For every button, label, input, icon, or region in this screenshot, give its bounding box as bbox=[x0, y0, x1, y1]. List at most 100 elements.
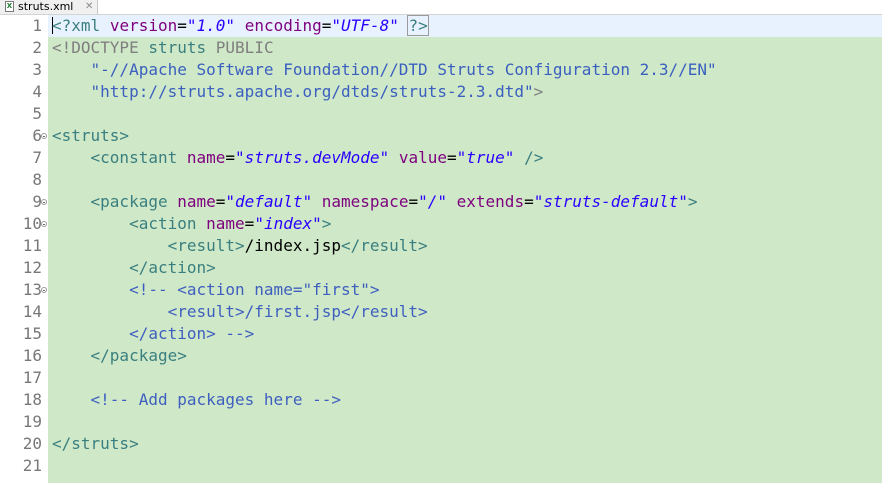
line-number: 6 bbox=[32, 126, 42, 145]
code-token: = bbox=[408, 192, 419, 211]
fold-toggle-icon[interactable] bbox=[41, 133, 47, 139]
code-line[interactable]: <!-- <action name="first"> bbox=[48, 279, 882, 301]
code-line[interactable]: <result>/index.jsp</result> bbox=[48, 235, 882, 257]
code-line-text: </struts> bbox=[52, 433, 139, 455]
code-token: "1.0" bbox=[186, 16, 236, 35]
code-token: <!DOCTYPE bbox=[52, 38, 139, 57]
tab-struts-xml[interactable]: X struts.xml ✕ bbox=[0, 0, 98, 14]
code-token: encoding bbox=[244, 16, 322, 35]
code-token: > bbox=[687, 192, 698, 211]
code-line-text: <constant name="struts.devMode" value="t… bbox=[52, 147, 544, 169]
code-token: <result> bbox=[167, 236, 245, 255]
code-token: </package> bbox=[90, 346, 187, 365]
code-token: = bbox=[321, 16, 332, 35]
fold-toggle-icon[interactable] bbox=[41, 287, 47, 293]
code-line[interactable]: <!-- Add packages here --> bbox=[48, 389, 882, 411]
code-line[interactable]: <!DOCTYPE struts PUBLIC bbox=[48, 37, 882, 59]
code-line[interactable] bbox=[48, 367, 882, 389]
code-line[interactable] bbox=[48, 411, 882, 433]
code-token: <result>/first.jsp</result> bbox=[52, 302, 428, 321]
code-token: value bbox=[398, 148, 447, 167]
code-token: <action bbox=[129, 214, 197, 233]
code-line[interactable]: <constant name="struts.devMode" value="t… bbox=[48, 147, 882, 169]
code-line[interactable]: "http://struts.apache.org/dtds/struts-2.… bbox=[48, 81, 882, 103]
code-line[interactable]: <package name="default" namespace="/" ex… bbox=[48, 191, 882, 213]
line-number: 15 bbox=[22, 324, 42, 343]
xml-file-icon: X bbox=[5, 1, 14, 12]
line-number: 16 bbox=[22, 346, 42, 365]
code-token: name bbox=[206, 214, 245, 233]
code-line[interactable]: <action name="index"> bbox=[48, 213, 882, 235]
editor-tab-bar: X struts.xml ✕ bbox=[0, 0, 882, 15]
close-icon[interactable]: ✕ bbox=[85, 0, 93, 13]
line-number: 19 bbox=[22, 412, 42, 431]
line-number: 3 bbox=[32, 60, 42, 79]
code-line-text: <result>/index.jsp</result> bbox=[52, 235, 428, 257]
code-line[interactable]: <struts> bbox=[48, 125, 882, 147]
code-line-text: <!DOCTYPE struts PUBLIC bbox=[52, 37, 274, 59]
code-token: = bbox=[215, 192, 226, 211]
line-number: 12 bbox=[22, 258, 42, 277]
code-token: = bbox=[225, 148, 236, 167]
code-token: version bbox=[109, 16, 178, 35]
code-token: "UTF-8" bbox=[331, 16, 399, 35]
code-line[interactable]: <?xml version="1.0" encoding="UTF-8" ?> bbox=[48, 15, 882, 37]
code-token: ?> bbox=[407, 15, 429, 36]
code-line-text: "http://struts.apache.org/dtds/struts-2.… bbox=[52, 81, 544, 103]
fold-toggle-icon[interactable] bbox=[41, 221, 47, 227]
code-token: </struts> bbox=[52, 434, 139, 453]
xml-editor[interactable]: 1 2 3 4 5 6 7 8 9 10 11 12 13 14 15 16 17 18 19 20 21 <?xml … bbox=[0, 15, 882, 483]
code-line[interactable] bbox=[48, 455, 882, 477]
code-token: "index" bbox=[254, 214, 322, 233]
code-line[interactable]: </struts> bbox=[48, 433, 882, 455]
code-area[interactable]: <?xml version="1.0" encoding="UTF-8" ?> <… bbox=[48, 15, 882, 483]
code-line[interactable] bbox=[48, 169, 882, 191]
code-line[interactable]: </action> --> bbox=[48, 323, 882, 345]
line-number: 4 bbox=[32, 82, 42, 101]
code-token: = bbox=[524, 192, 534, 211]
code-line[interactable]: </action> bbox=[48, 257, 882, 279]
code-line-text: <package name="default" namespace="/" ex… bbox=[52, 191, 698, 213]
code-line[interactable] bbox=[48, 103, 882, 125]
code-line[interactable]: "-//Apache Software Foundation//DTD Stru… bbox=[48, 59, 882, 81]
code-line[interactable]: <result>/first.jsp</result> bbox=[48, 301, 882, 323]
code-line-text: </action> bbox=[52, 257, 216, 279]
code-line-text: "-//Apache Software Foundation//DTD Stru… bbox=[52, 59, 717, 81]
line-number: 5 bbox=[32, 104, 42, 123]
code-token: "default" bbox=[225, 192, 313, 211]
code-token: "-//Apache Software Foundation//DTD Stru… bbox=[90, 60, 717, 79]
line-number: 2 bbox=[32, 38, 42, 57]
code-token: "/" bbox=[418, 192, 447, 211]
code-token: = bbox=[177, 16, 187, 35]
line-number: 18 bbox=[22, 390, 42, 409]
code-token: <package bbox=[90, 192, 168, 211]
line-number: 9 bbox=[32, 192, 42, 211]
line-number: 20 bbox=[22, 434, 42, 453]
tab-label: struts.xml bbox=[18, 0, 74, 13]
line-number: 7 bbox=[32, 148, 42, 167]
code-token: name bbox=[177, 192, 216, 211]
code-token: struts bbox=[148, 38, 207, 57]
line-number: 14 bbox=[22, 302, 42, 321]
code-token: /index.jsp bbox=[244, 236, 341, 255]
code-token: </action> bbox=[129, 258, 216, 277]
code-line[interactable]: </package> bbox=[48, 345, 882, 367]
fold-toggle-icon[interactable] bbox=[41, 199, 47, 205]
code-line-text: <action name="index"> bbox=[52, 213, 331, 235]
line-number: 11 bbox=[22, 236, 42, 255]
code-line-text: <result>/first.jsp</result> bbox=[52, 301, 428, 323]
code-token: name bbox=[186, 148, 226, 167]
